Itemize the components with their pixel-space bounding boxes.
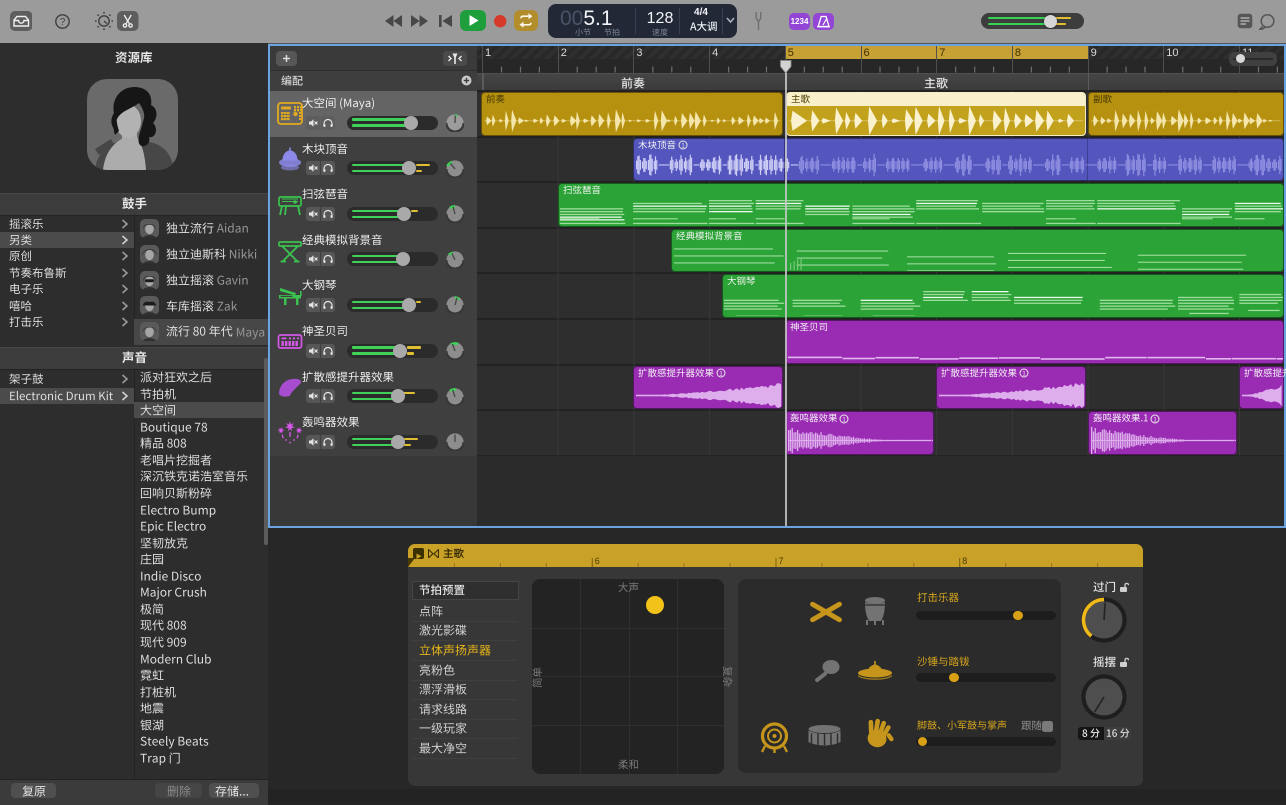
svg-text:1: 1: [1153, 416, 1157, 423]
svg-text:1: 1: [842, 416, 846, 423]
svg-text:?: ?: [60, 17, 66, 28]
svg-text:1: 1: [682, 142, 686, 149]
svg-text:1: 1: [1022, 370, 1026, 377]
svg-text:1: 1: [720, 370, 724, 377]
